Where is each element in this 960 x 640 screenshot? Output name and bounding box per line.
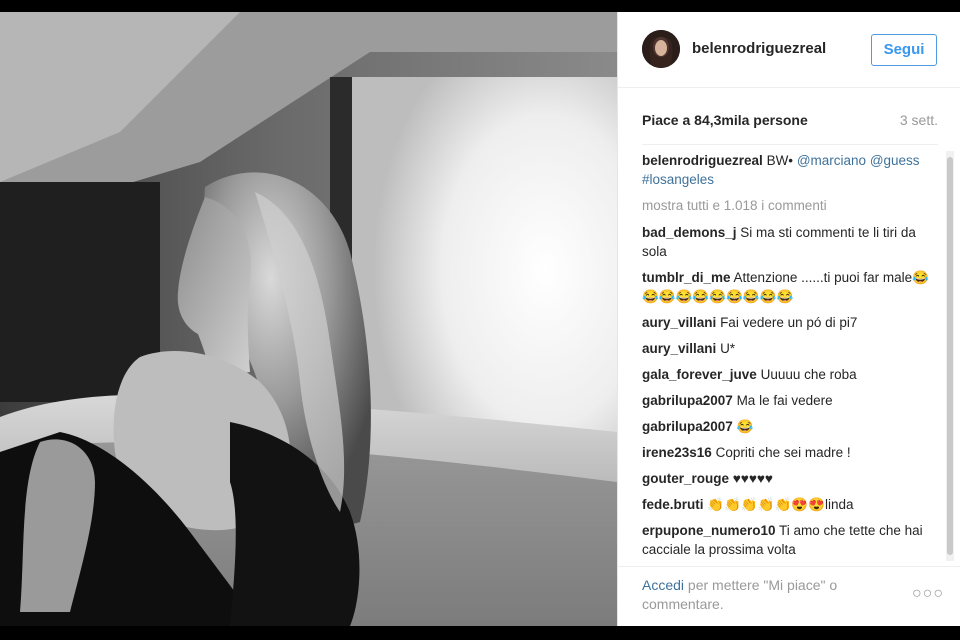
show-all-comments-link[interactable]: mostra tutti e 1.018 i commenti — [642, 196, 932, 215]
login-link[interactable]: Accedi — [642, 577, 684, 593]
comment-item: gouter_rouge ♥♥♥♥♥ — [642, 469, 932, 488]
caption-tag[interactable]: @guess — [870, 153, 920, 168]
scrollbar-thumb[interactable] — [947, 157, 953, 555]
divider — [642, 144, 938, 145]
photo-image — [0, 12, 617, 626]
comment-item: aury_villani U* — [642, 339, 932, 358]
likes-row: Piace a 84,3mila persone 3 sett. — [642, 112, 938, 130]
ellipsis-icon[interactable]: ○○○ — [912, 585, 944, 603]
comment-username[interactable]: erpupone_numero10 — [642, 523, 776, 538]
comment-username[interactable]: bad_demons_j — [642, 225, 737, 240]
comment-username[interactable]: gala_forever_juve — [642, 367, 757, 382]
comments-scrollbar[interactable] — [946, 151, 954, 561]
comment-username[interactable]: gouter_rouge — [642, 471, 729, 486]
comment-text: Ma le fai vedere — [736, 393, 833, 408]
comment-username[interactable]: tumblr_di_me — [642, 270, 731, 285]
comment-text: Uuuuu che roba — [760, 367, 857, 382]
post-timestamp[interactable]: 3 sett. — [900, 112, 938, 128]
comment-item: tumblr_di_me Attenzione ......ti puoi fa… — [642, 268, 932, 306]
comment-username[interactable]: aury_villani — [642, 315, 716, 330]
post-footer: Accedi per mettere "Mi piace" o commenta… — [618, 566, 960, 626]
post-author-username[interactable]: belenrodriguezreal — [692, 40, 826, 57]
post-header: belenrodriguezreal Segui — [618, 12, 960, 88]
comment-username[interactable]: aury_villani — [642, 341, 716, 356]
comment-username[interactable]: irene23s16 — [642, 445, 712, 460]
comment-text: 😂 — [736, 419, 754, 434]
comment-username[interactable]: fede.bruti — [642, 497, 704, 512]
caption-username[interactable]: belenrodriguezreal — [642, 153, 763, 168]
comments-list[interactable]: belenrodriguezreal BW• @marciano @guess … — [642, 151, 932, 561]
post-modal: belenrodriguezreal Segui Piace a 84,3mil… — [0, 12, 960, 626]
follow-button[interactable]: Segui — [871, 34, 937, 66]
caption-text: BW• — [766, 153, 794, 168]
comment-item: gala_forever_juve Uuuuu che roba — [642, 365, 932, 384]
comment-username[interactable]: gabrilupa2007 — [642, 419, 733, 434]
comment-item: irene23s16 Copriti che sei madre ! — [642, 443, 932, 462]
caption-tag[interactable]: @marciano — [797, 153, 866, 168]
login-prompt: Accedi per mettere "Mi piace" o commenta… — [642, 576, 882, 614]
comment-item: erpupone_numero10 Ti amo che tette che h… — [642, 521, 932, 559]
avatar-image — [642, 30, 680, 68]
comment-username[interactable]: gabrilupa2007 — [642, 393, 733, 408]
caption: belenrodriguezreal BW• @marciano @guess … — [642, 151, 932, 189]
post-side-panel: belenrodriguezreal Segui Piace a 84,3mil… — [617, 12, 960, 626]
comment-text: ♥♥♥♥♥ — [732, 471, 773, 486]
comment-text: Copriti che sei madre ! — [715, 445, 851, 460]
comment-text: U* — [720, 341, 736, 356]
comment-item: aury_villani Fai vedere un pó di pi7 — [642, 313, 932, 332]
comment-item: gabrilupa2007 Ma le fai vedere — [642, 391, 932, 410]
comment-item: gabrilupa2007 😂 — [642, 417, 932, 436]
caption-tag[interactable]: #losangeles — [642, 172, 714, 187]
comment-item: fede.bruti 👏👏👏👏👏😍😍linda — [642, 495, 932, 514]
avatar[interactable] — [642, 30, 680, 68]
likes-count[interactable]: Piace a 84,3mila persone — [642, 112, 808, 128]
comment-item: bad_demons_j Si ma sti commenti te li ti… — [642, 223, 932, 261]
comment-text: 👏👏👏👏👏😍😍linda — [707, 497, 854, 512]
comment-text: Fai vedere un pó di pi7 — [720, 315, 858, 330]
post-photo[interactable] — [0, 12, 617, 626]
